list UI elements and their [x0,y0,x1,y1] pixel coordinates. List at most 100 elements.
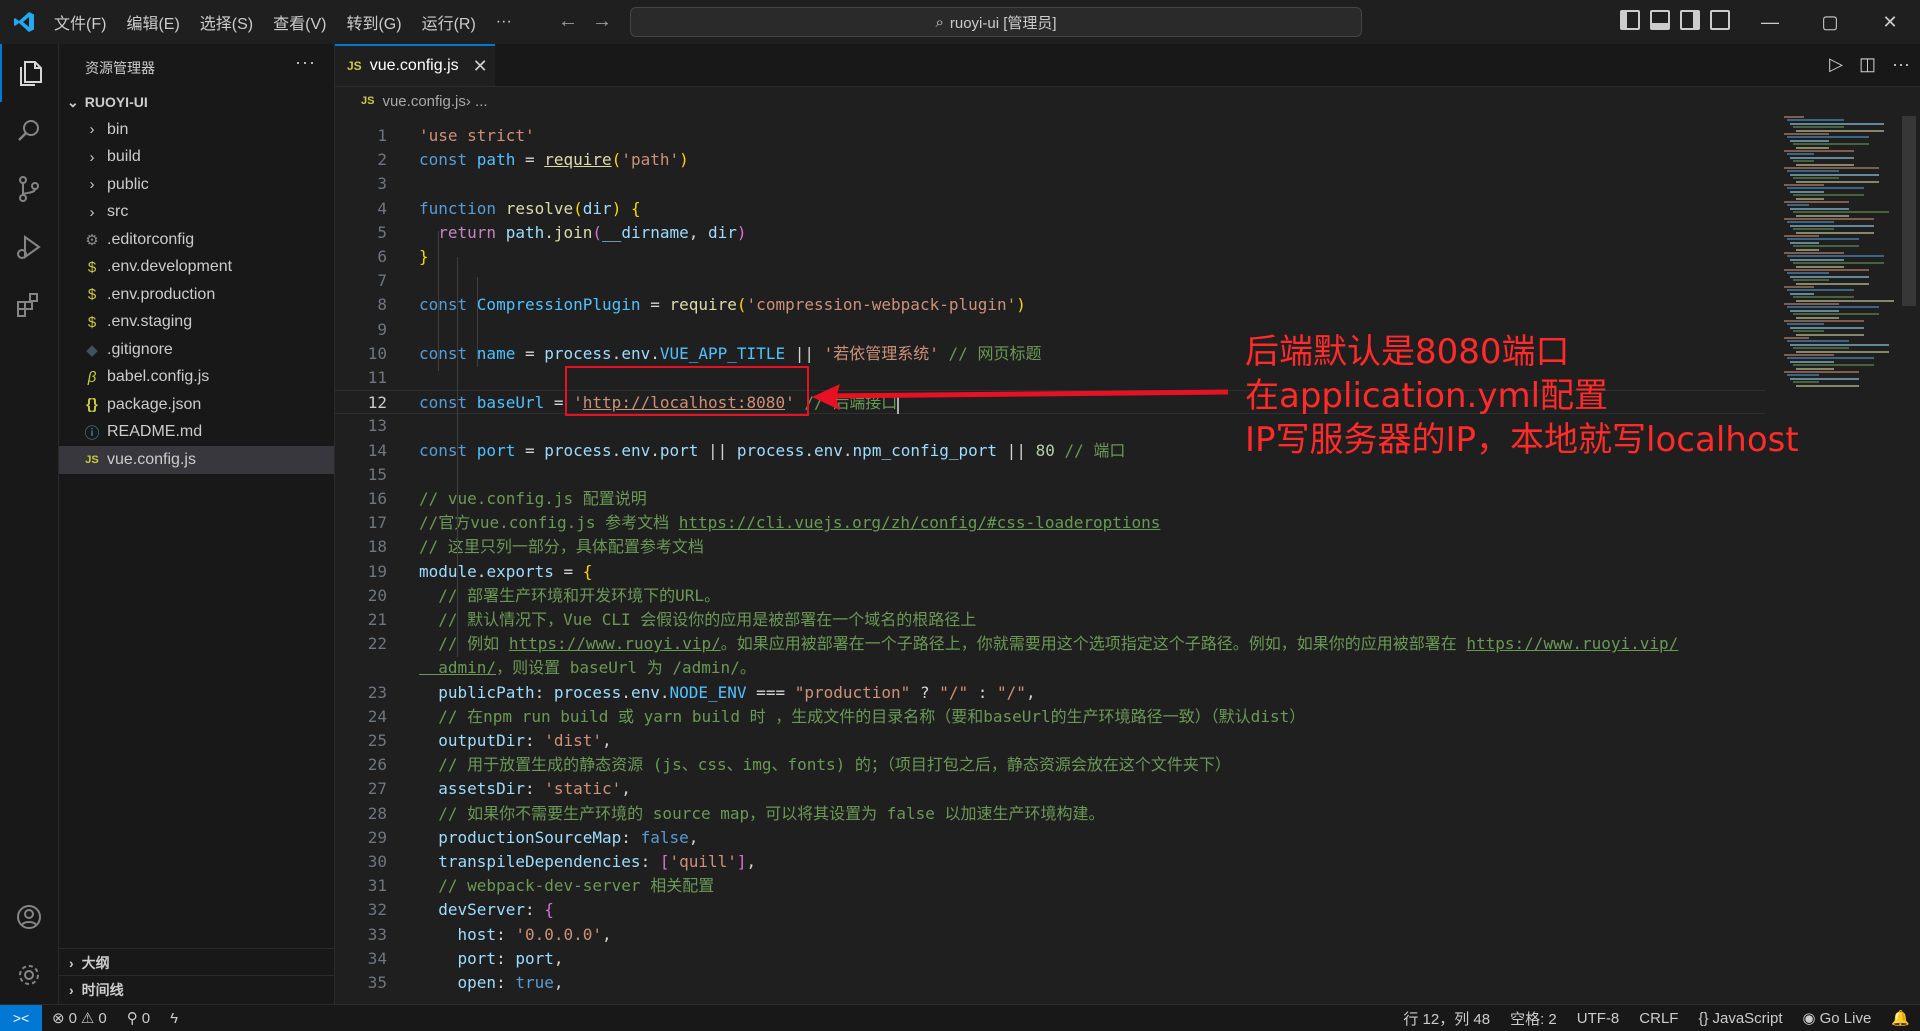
code-line[interactable]: 17 //官方vue.config.js 参考文档 https://cli.vue… [335,511,1765,535]
command-center[interactable]: ⌕ ruoyi-ui [管理员] [630,7,1362,37]
code-line[interactable]: 32 devServer: { [335,898,1765,922]
indentation[interactable]: 空格: 2 [1500,1008,1567,1029]
minimize-button[interactable]: — [1740,0,1800,44]
code-line[interactable]: 18 // 这里只列一部分，具体配置参考文档 [335,535,1765,559]
tree-item-env-development[interactable]: $ .env.development [59,254,334,282]
babel-file-icon: β [87,368,97,386]
code-line[interactable]: 29 productionSourceMap: false, [335,826,1765,850]
settings-gear-icon[interactable] [0,946,58,1004]
code-line[interactable]: 4 function resolve(dir) { [335,197,1765,221]
code-line[interactable]: 27 assetsDir: 'static', [335,777,1765,801]
menu-selection[interactable]: 选择(S) [190,10,263,34]
code-line[interactable]: 5 return path.join(__dirname, dir) [335,221,1765,245]
problems-indicator[interactable]: ⊗ 0 ⚠ 0 [42,1009,117,1028]
code-line[interactable]: 35 open: true, [335,971,1765,995]
timeline-section[interactable]: › 时间线 [59,975,334,1003]
code-line[interactable]: 20 // 部署生产环境和开发环境下的URL。 [335,584,1765,608]
cursor-position[interactable]: 行 12，列 48 [1393,1008,1500,1029]
code-editor[interactable]: 1'use strict' 2 const path = require('path… [335,116,1765,1000]
outline-section[interactable]: › 大纲 [59,948,334,976]
tree-item-public[interactable]: › public [59,171,334,199]
menu-go[interactable]: 转到(G) [336,10,411,34]
code-line[interactable]: 25 outputDir: 'dist', [335,729,1765,753]
code-line[interactable]: 2 const path = require('path') [335,148,1765,172]
toggle-panel-icon[interactable] [1650,10,1670,30]
tab-vue-config[interactable]: JS vue.config.js ✕ [335,44,495,86]
customize-layout-icon[interactable] [1710,10,1730,30]
search-activity-icon[interactable] [0,102,58,160]
menu-edit[interactable]: 编辑(E) [116,10,189,34]
account-icon[interactable] [0,888,58,946]
tree-item-src[interactable]: › src [59,199,334,227]
remote-indicator-icon[interactable]: >< [0,1005,42,1031]
warning-count: 0 [98,1009,107,1027]
back-arrow-icon[interactable]: ← [558,10,578,33]
vertical-scrollbar[interactable] [1902,116,1916,306]
code-line[interactable]: 34 port: port, [335,947,1765,971]
code-line[interactable]: 24 // 在npm run build 或 yarn build 时 ，生成文… [335,705,1765,729]
line-ending[interactable]: CRLF [1629,1010,1688,1027]
toggle-primary-sidebar-icon[interactable] [1620,10,1640,30]
go-live-button[interactable]: ◉ Go Live [1793,1009,1882,1028]
run-debug-icon[interactable] [0,218,58,276]
explorer-icon[interactable] [0,44,60,102]
tree-item-readme[interactable]: ⓘ README.md [59,419,334,447]
code-token: true [515,973,554,992]
close-icon[interactable]: ✕ [473,56,488,77]
ports-indicator[interactable]: ⚲ 0 [117,1009,160,1028]
breadcrumb-file[interactable]: vue.config.js [382,93,465,110]
code-line[interactable]: 26 // 用于放置生成的静态资源 (js、css、img、fonts) 的；（… [335,753,1765,777]
lightning-icon[interactable]: ϟ [160,1010,188,1027]
tree-item-package-json[interactable]: {} package.json [59,391,334,419]
split-editor-icon[interactable]: ◫ [1859,54,1876,75]
toggle-secondary-sidebar-icon[interactable] [1680,10,1700,30]
code-token: '若依管理系统' [823,343,939,363]
code-line[interactable]: 31 // webpack-dev-server 相关配置 [335,874,1765,898]
more-actions-icon[interactable]: ··· [1892,54,1910,75]
code-line[interactable]: 36 proxy: { [335,995,1765,1000]
tree-item-editorconfig[interactable]: ⚙ .editorconfig [59,226,334,254]
tree-item-build[interactable]: › build [59,144,334,172]
code-line[interactable]: 8 const CompressionPlugin = require('comp… [335,293,1765,317]
code-line[interactable]: 1 'use strict' [335,124,1765,148]
run-icon[interactable]: ▷ [1829,54,1843,75]
tree-item-env-production[interactable]: $ .env.production [59,281,334,309]
language-mode[interactable]: {} JavaScript [1688,1010,1792,1027]
code-line[interactable]: 22 // 例如 https://www.ruoyi.vip/。如果应用被部署在… [335,632,1765,656]
notifications-bell-icon[interactable]: 🔔 [1881,1009,1920,1027]
menu-more[interactable]: ··· [486,13,522,31]
workspace-root[interactable]: ⌄ RUOYI-UI [59,88,334,116]
menu-file[interactable]: 文件(F) [44,10,116,34]
code-line[interactable]: 7 [335,269,1765,293]
encoding[interactable]: UTF-8 [1567,1010,1630,1027]
code-line[interactable]: 15 [335,463,1765,487]
code-line[interactable]: 19 module.exports = { [335,560,1765,584]
tree-item-bin[interactable]: › bin [59,116,334,144]
code-line[interactable]: 16 // vue.config.js 配置说明 [335,487,1765,511]
code-line[interactable]: admin/，则设置 baseUrl 为 /admin/。 [335,656,1765,680]
minimap-line [1793,228,1834,231]
source-control-icon[interactable] [0,160,58,218]
tree-item-vue-config[interactable]: JS vue.config.js [59,446,334,474]
extensions-icon[interactable] [0,276,58,334]
code-line[interactable]: 23 publicPath: process.env.NODE_ENV === … [335,681,1765,705]
tree-item-gitignore[interactable]: ◆ .gitignore [59,336,334,364]
menu-run[interactable]: 运行(R) [412,10,486,34]
minimap[interactable] [1780,116,1900,396]
tree-item-env-staging[interactable]: $ .env.staging [59,309,334,337]
menu-view[interactable]: 查看(V) [263,10,336,34]
tree-item-babel-config[interactable]: β babel.config.js [59,364,334,392]
code-line[interactable]: 6} [335,245,1765,269]
breadcrumb-rest[interactable]: › ... [466,93,488,110]
code-line[interactable]: 28 // 如果你不需要生产环境的 source map，可以将其设置为 fal… [335,802,1765,826]
code-line[interactable]: 33 host: '0.0.0.0', [335,923,1765,947]
maximize-button[interactable]: ▢ [1800,0,1860,44]
code-token: join [553,222,593,242]
sidebar-more-icon[interactable]: ··· [295,52,316,73]
forward-arrow-icon[interactable]: → [592,10,612,33]
code-text: productionSourceMap: false, [419,826,698,850]
code-line[interactable]: 30 transpileDependencies: ['quill'], [335,850,1765,874]
code-line[interactable]: 3 [335,172,1765,196]
code-line[interactable]: 21 // 默认情况下，Vue CLI 会假设你的应用是被部署在一个域名的根路径… [335,608,1765,632]
close-button[interactable]: ✕ [1860,0,1920,44]
